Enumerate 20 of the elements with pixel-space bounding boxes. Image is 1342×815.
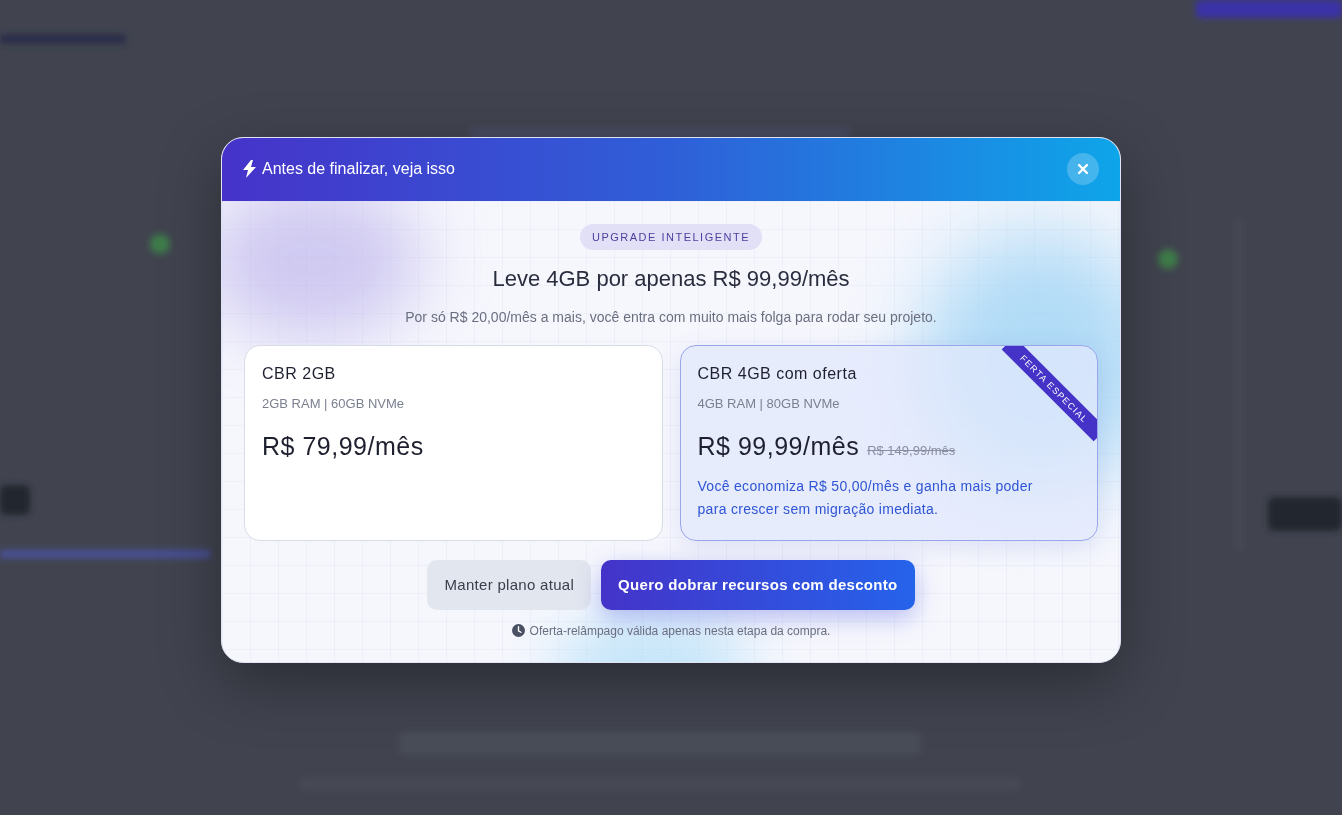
savings-text: Você economiza R$ 50,00/mês e ganha mais poder para crescer sem migração imediata. [697,476,1034,519]
upgrade-badge: UPGRADE INTELIGENTE [579,223,763,250]
plan-specs: 4GB RAM | 80GB NVMe [697,395,840,411]
close-button[interactable] [1067,153,1099,185]
plan-price: R$ 79,99/mês [262,431,424,461]
close-icon [1077,163,1089,175]
keep-plan-button[interactable]: Manter plano atual [427,559,592,610]
clock-icon [511,624,525,637]
upgrade-button[interactable]: Quero dobrar recursos com desconto [601,559,915,610]
subtitle: Por só R$ 20,00/mês a mais, você entra com muito mais folga para rodar seu projeto. [405,308,937,325]
lightning-icon [243,160,256,178]
plan-card[interactable]: CBR 2GB 2GB RAM | 60GB NVMe R$ 79,99/mês [244,344,663,541]
plan-name: CBR 4GB com oferta [697,364,857,383]
plan-price: R$ 99,99/mês [697,431,860,461]
dialog-title: Antes de finalizar, veja isso [262,160,455,178]
offer-note: Oferta-relâmpago válida apenas nesta etapa da compra. [529,623,831,638]
plan-specs: 2GB RAM | 60GB NVMe [262,395,405,411]
headline: Leve 4GB por apenas R$ 99,99/mês [492,265,850,292]
plan-name: CBR 2GB [262,364,336,383]
old-price: R$ 149,99/mês [867,442,956,458]
